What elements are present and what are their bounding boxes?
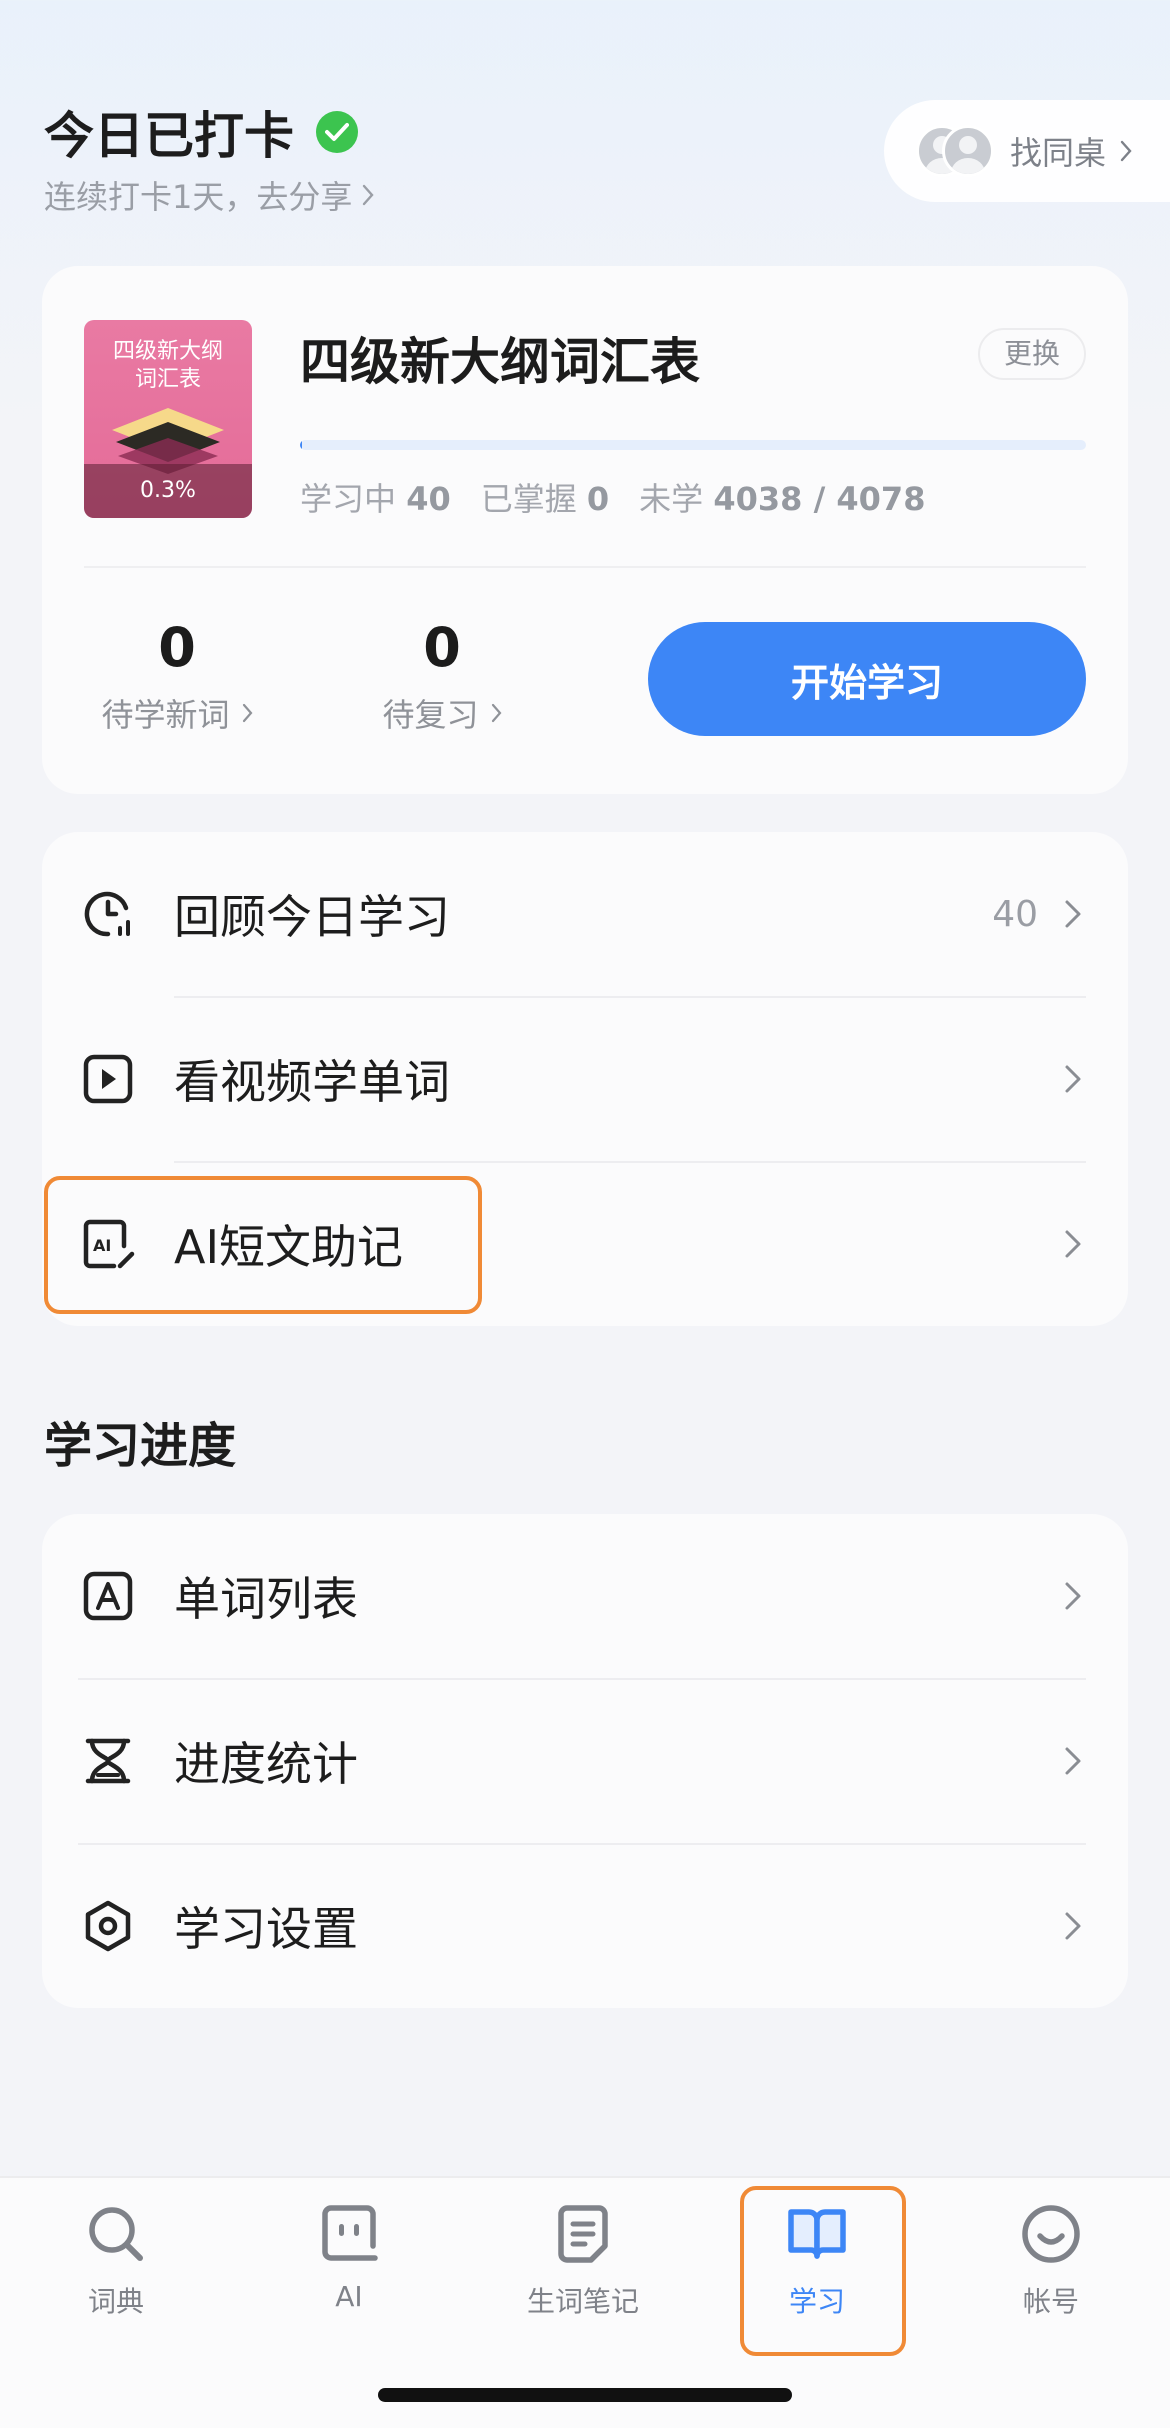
video-play-icon xyxy=(83,1054,133,1104)
review-counter[interactable]: 0 待复习 xyxy=(362,618,522,736)
tab-account[interactable]: 帐号 xyxy=(951,2202,1151,2320)
wordbook-card: 四级新大纲 词汇表 0.3% 四级新大纲词汇表 更换 学习中 40 已掌握 0 … xyxy=(42,266,1128,794)
review-label-row: 待复习 xyxy=(362,690,522,736)
book-cover[interactable]: 四级新大纲 词汇表 0.3% xyxy=(84,320,252,518)
clock-stats-icon xyxy=(84,891,130,937)
tab-notebook[interactable]: 生词笔记 xyxy=(483,2202,683,2320)
cover-percent: 0.3% xyxy=(84,464,252,518)
smiley-icon xyxy=(1022,2205,1080,2263)
menu-label-review-today: 回顾今日学习 xyxy=(174,890,450,944)
menu-item-video-words[interactable]: 看视频学单词 xyxy=(42,997,1128,1161)
bottom-tab-bar: 词典 AI 生词笔记 学习 帐号 xyxy=(0,2176,1170,2428)
chevron-right-icon xyxy=(1065,1582,1081,1610)
share-streak-link[interactable]: 连续打卡1天，去分享 xyxy=(44,172,374,218)
settings-hexagon-icon xyxy=(85,1900,131,1952)
study-tab-highlight-box xyxy=(740,2186,906,2356)
checkmark-icon xyxy=(316,111,358,153)
streak-text: 连续打卡1天，去分享 xyxy=(44,178,353,216)
cover-title-line1: 四级新大纲 xyxy=(112,339,223,364)
progress-menu-card: 单词列表 进度统计 学习设置 xyxy=(42,1514,1128,2008)
new-words-count: 0 xyxy=(158,616,196,679)
chevron-right-icon xyxy=(1065,900,1081,928)
find-deskmate-label: 找同桌 xyxy=(1010,134,1107,172)
avatar xyxy=(942,125,994,177)
deskmate-avatars xyxy=(916,125,996,177)
menu-label-progress-stats: 进度统计 xyxy=(174,1737,358,1791)
learning-stat: 学习中 40 xyxy=(300,474,451,520)
menu-label-video-words: 看视频学单词 xyxy=(174,1055,450,1109)
ai-bot-icon xyxy=(322,2205,378,2261)
cover-title: 四级新大纲 词汇表 xyxy=(84,338,252,394)
notebook-icon xyxy=(558,2205,608,2263)
unlearned-stat: 未学 4038 / 4078 xyxy=(639,474,925,520)
menu-item-word-list[interactable]: 单词列表 xyxy=(42,1514,1128,1678)
book-stats: 学习中 40 已掌握 0 未学 4038 / 4078 xyxy=(300,474,925,520)
review-today-count: 40 xyxy=(992,893,1038,935)
cover-title-line2: 词汇表 xyxy=(134,367,201,392)
new-words-label: 待学新词 xyxy=(101,696,230,734)
start-learning-button[interactable]: 开始学习 xyxy=(648,622,1086,736)
progress-section-title: 学习进度 xyxy=(44,1418,237,1474)
checkin-status: 今日已打卡 xyxy=(44,96,358,168)
review-count: 0 xyxy=(423,616,461,679)
menu-label-study-settings: 学习设置 xyxy=(174,1902,358,1956)
chevron-right-icon xyxy=(1065,1747,1081,1775)
menu-label-word-list: 单词列表 xyxy=(174,1572,358,1626)
tab-ai[interactable]: AI xyxy=(249,2202,449,2313)
search-icon xyxy=(89,2207,143,2261)
chevron-right-icon xyxy=(1065,1912,1081,1940)
tab-dictionary[interactable]: 词典 xyxy=(16,2202,216,2320)
chevron-right-icon xyxy=(1065,1065,1081,1093)
unlearned-label: 未学 xyxy=(639,480,704,518)
chevron-right-icon xyxy=(242,703,252,723)
tab-label-dictionary: 词典 xyxy=(87,2285,144,2318)
learning-count: 40 xyxy=(406,480,451,518)
divider xyxy=(84,566,1086,568)
menu-item-study-settings[interactable]: 学习设置 xyxy=(42,1844,1128,2008)
chevron-right-icon xyxy=(1120,140,1132,162)
word-list-icon xyxy=(83,1571,133,1621)
ai-mnemonic-highlight-box xyxy=(44,1176,482,1314)
find-deskmate-button[interactable]: 找同桌 xyxy=(884,100,1170,202)
unlearned-count: 4038 / 4078 xyxy=(713,480,926,518)
mastered-stat: 已掌握 0 xyxy=(481,474,609,520)
tab-label-notebook: 生词笔记 xyxy=(526,2285,639,2318)
learning-label: 学习中 xyxy=(300,480,397,518)
review-label: 待复习 xyxy=(382,696,479,734)
book-progress-fill xyxy=(300,440,303,450)
mastered-label: 已掌握 xyxy=(480,480,577,518)
chevron-right-icon xyxy=(491,703,501,723)
mastered-count: 0 xyxy=(586,480,610,518)
new-words-counter[interactable]: 0 待学新词 xyxy=(72,618,282,736)
hourglass-icon xyxy=(85,1738,131,1784)
chevron-right-icon xyxy=(1065,1230,1081,1258)
tab-label-ai: AI xyxy=(335,2280,363,2313)
book-progress-bar xyxy=(300,440,1086,450)
tab-label-account: 帐号 xyxy=(1022,2285,1079,2318)
new-words-label-row: 待学新词 xyxy=(72,690,282,736)
checkin-title: 今日已打卡 xyxy=(44,107,294,165)
menu-item-progress-stats[interactable]: 进度统计 xyxy=(42,1679,1128,1843)
book-title: 四级新大纲词汇表 xyxy=(300,333,700,391)
chevron-right-icon xyxy=(363,184,374,206)
menu-item-review-today[interactable]: 回顾今日学习 40 xyxy=(42,832,1128,996)
change-book-button[interactable]: 更换 xyxy=(978,328,1086,380)
home-indicator xyxy=(378,2388,792,2402)
